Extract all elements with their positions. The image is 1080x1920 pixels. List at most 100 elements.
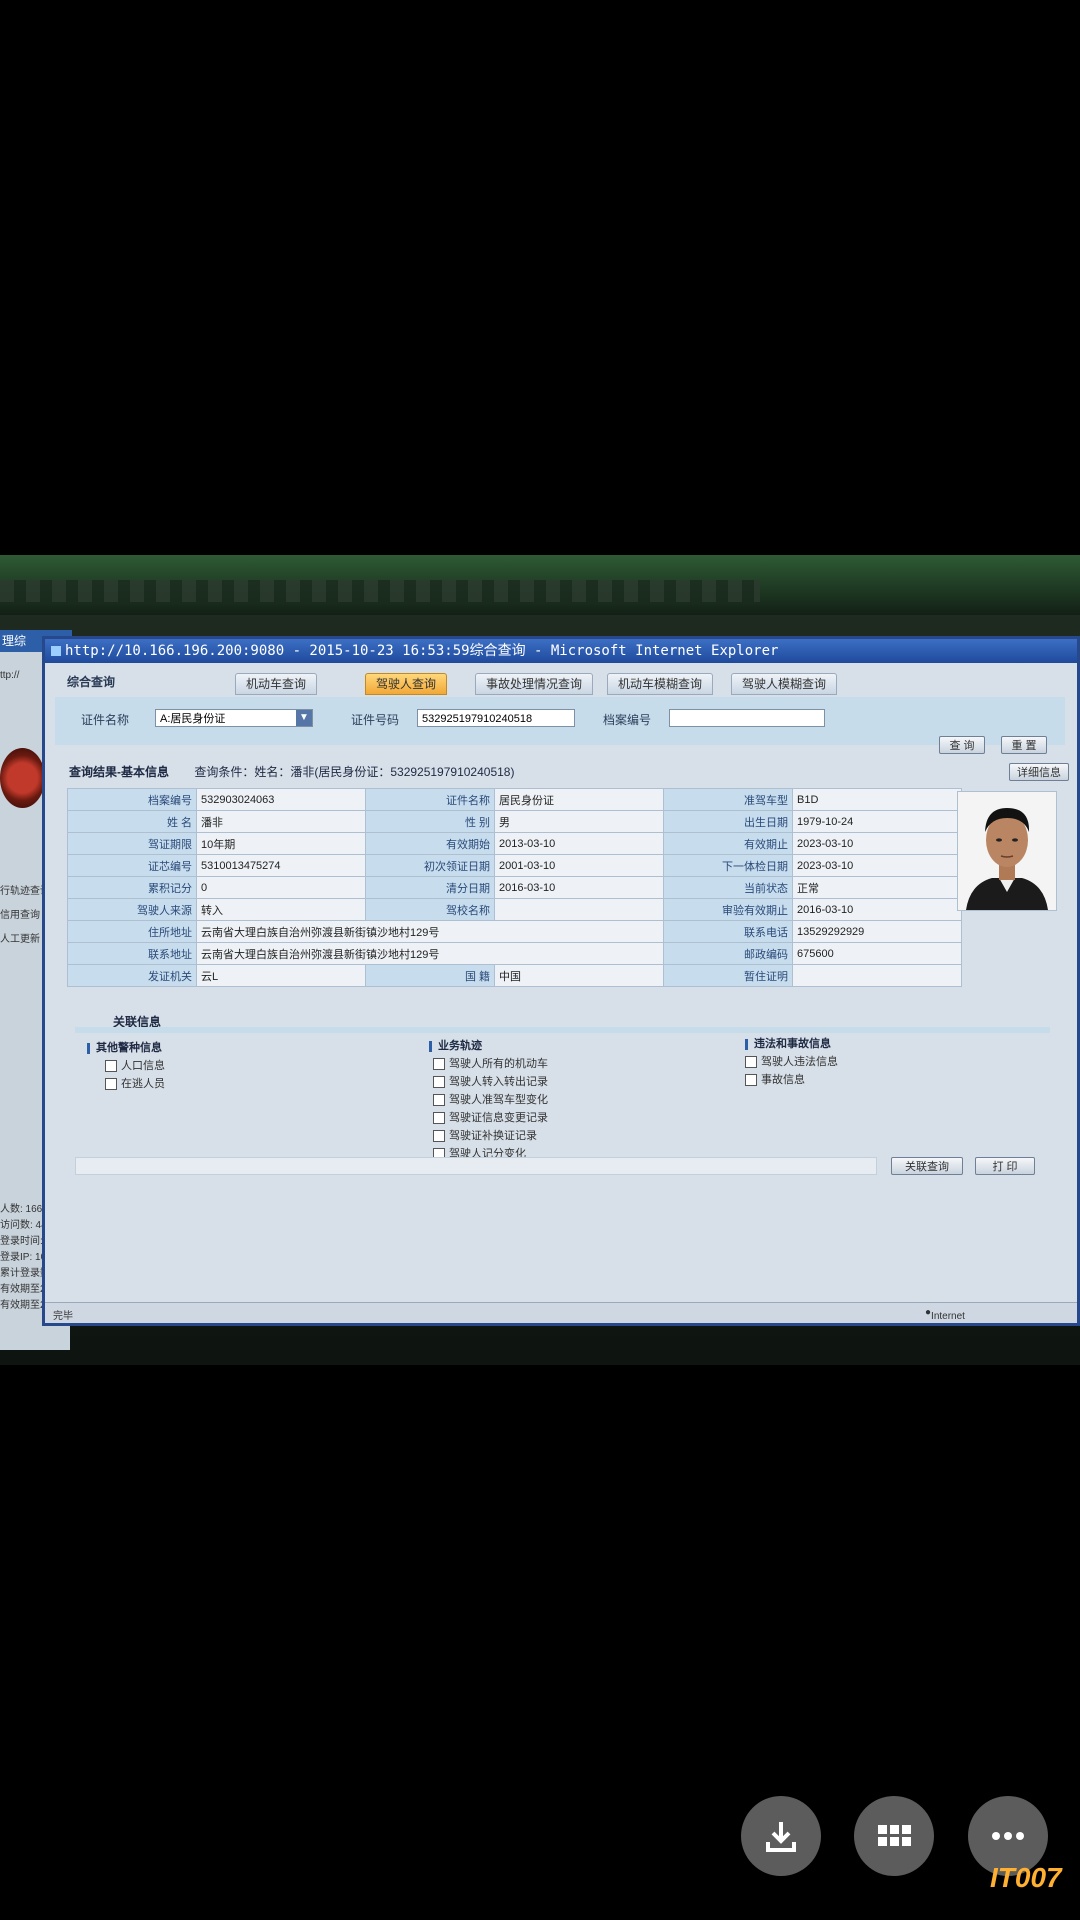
field-label: 驾校名称 (365, 898, 495, 921)
field-label: 准驾车型 (663, 788, 793, 811)
field-label: 性 别 (365, 810, 495, 833)
checkbox-vehicle-class-change[interactable]: 驾驶人准驾车型变化 (433, 1091, 548, 1107)
group-other-police-title: 其他警种信息 (87, 1039, 162, 1055)
download-icon (766, 1822, 796, 1852)
field-value: B1D (792, 788, 962, 811)
checkbox-fugitive[interactable]: 在逃人员 (105, 1075, 165, 1091)
nationality-label: 国 籍 (365, 964, 495, 987)
field-value: 居民身份证 (494, 788, 664, 811)
postcode-value: 675600 (792, 942, 962, 965)
checkbox-label: 在逃人员 (121, 1078, 165, 1090)
reset-button[interactable]: 重 置 (1001, 736, 1047, 754)
ie-icon (51, 646, 61, 656)
checkbox-icon[interactable] (433, 1058, 445, 1071)
query-condition: 查询条件：姓名：潘非(居民身份证：532925197910240518) (194, 765, 515, 779)
checkbox-label: 驾驶证补换证记录 (449, 1130, 537, 1142)
tab-vehicle-query[interactable]: 机动车查询 (235, 673, 318, 695)
field-label: 有效期始 (365, 832, 495, 855)
field-label: 档案编号 (67, 788, 197, 811)
checkbox-transfer-records[interactable]: 驾驶人转入转出记录 (433, 1073, 548, 1089)
id-number-input[interactable]: 532925197910240518 (417, 709, 575, 727)
table-row: 累积记分 0 清分日期 2016-03-10 当前状态 正常 (67, 876, 962, 899)
checkbox-owned-vehicles[interactable]: 驾驶人所有的机动车 (433, 1055, 548, 1071)
checkbox-label: 驾驶证信息变更记录 (449, 1112, 548, 1124)
bg-item-3[interactable]: 人工更新 (0, 930, 40, 945)
field-value: 潘非 (196, 810, 366, 833)
checkbox-icon[interactable] (433, 1130, 445, 1143)
file-number-label: 档案编号 (603, 713, 652, 727)
checkbox-population-info[interactable]: 人口信息 (105, 1057, 165, 1073)
field-value: 2023-03-10 (792, 854, 962, 877)
table-row: 姓 名 潘非 性 别 男 出生日期 1979-10-24 (67, 810, 962, 833)
checkbox-icon[interactable] (105, 1078, 117, 1091)
checkbox-license-change-records[interactable]: 驾驶证信息变更记录 (433, 1109, 548, 1125)
tab-driver-query[interactable]: 驾驶人查询 (365, 673, 448, 695)
field-value: 2013-03-10 (494, 832, 664, 855)
field-label: 当前状态 (663, 876, 793, 899)
field-value: 2023-03-10 (792, 832, 962, 855)
checkbox-accident-info[interactable]: 事故信息 (745, 1071, 805, 1087)
checkbox-icon[interactable] (433, 1076, 445, 1089)
window-title: http://10.166.196.200:9080 - 2015-10-23 … (65, 643, 779, 659)
field-value: 5310013475274 (196, 854, 366, 877)
checkbox-label: 事故信息 (761, 1074, 805, 1086)
checkbox-license-replace-records[interactable]: 驾驶证补换证记录 (433, 1127, 537, 1143)
field-value: 男 (494, 810, 664, 833)
checkbox-label: 人口信息 (121, 1060, 165, 1072)
field-label: 驾证期限 (67, 832, 197, 855)
checkbox-label: 驾驶人所有的机动车 (449, 1058, 548, 1070)
ie-window: http://10.166.196.200:9080 - 2015-10-23 … (42, 636, 1080, 1326)
checkbox-icon[interactable] (433, 1094, 445, 1107)
address-label: 住所地址 (67, 920, 197, 943)
tab-accident-query[interactable]: 事故处理情况查询 (475, 673, 594, 695)
field-label: 有效期止 (663, 832, 793, 855)
table-row: 证芯编号 5310013475274 初次领证日期 2001-03-10 下一体… (67, 854, 962, 877)
field-value: 转入 (196, 898, 366, 921)
file-number-input[interactable] (669, 709, 825, 727)
checkbox-icon[interactable] (745, 1074, 757, 1087)
result-panel (75, 1157, 877, 1175)
field-label: 审验有效期止 (663, 898, 793, 921)
tab-driver-fuzzy-query[interactable]: 驾驶人模糊查询 (731, 673, 838, 695)
tab-vehicle-fuzzy-query[interactable]: 机动车模糊查询 (607, 673, 714, 695)
postcode-label: 邮政编码 (663, 942, 793, 965)
print-button[interactable]: 打 印 (975, 1157, 1035, 1175)
checkbox-label: 驾驶人转入转出记录 (449, 1076, 548, 1088)
checkbox-icon[interactable] (433, 1112, 445, 1125)
watermark-logo: IT007 (990, 1862, 1062, 1893)
field-label: 证件名称 (365, 788, 495, 811)
search-bar: 证件名称 A:居民身份证 ▼ 证件号码 532925197910240518 档… (55, 697, 1065, 745)
checkbox-violation-info[interactable]: 驾驶人违法信息 (745, 1053, 838, 1069)
id-type-select[interactable]: A:居民身份证 ▼ (155, 709, 313, 727)
field-label: 驾驶人来源 (67, 898, 197, 921)
emblem-icon (0, 748, 45, 808)
grid-icon (878, 1825, 911, 1846)
id-type-value: A:居民身份证 (160, 713, 226, 725)
contact-address-value: 云南省大理白族自治州弥渡县新街镇沙地村129号 (196, 942, 664, 965)
tab-row: 综合查询 机动车查询 驾驶人查询 事故处理情况查询 机动车模糊查询 驾驶人模糊查… (55, 673, 1065, 697)
chevron-down-icon[interactable]: ▼ (296, 710, 312, 726)
table-row: 驾驶人来源 转入 驾校名称 审验有效期止 2016-03-10 (67, 898, 962, 921)
field-label: 初次领证日期 (365, 854, 495, 877)
checkbox-icon[interactable] (105, 1060, 117, 1073)
person-photo-icon (958, 792, 1056, 910)
table-row: 联系地址 云南省大理白族自治州弥渡县新街镇沙地村129号 邮政编码 675600 (67, 942, 962, 965)
id-type-label: 证件名称 (81, 713, 130, 727)
temp-permit-label: 暂住证明 (663, 964, 793, 987)
checkbox-icon[interactable] (745, 1056, 757, 1069)
query-button[interactable]: 查 询 (939, 736, 985, 754)
grid-button[interactable] (854, 1796, 934, 1876)
bg-item-2[interactable]: 信用查询 (0, 906, 40, 921)
address-value: 云南省大理白族自治州弥渡县新街镇沙地村129号 (196, 920, 664, 943)
field-value: 532903024063 (196, 788, 366, 811)
field-value: 2016-03-10 (494, 876, 664, 899)
related-query-button[interactable]: 关联查询 (891, 1157, 963, 1175)
field-value: 正常 (792, 876, 962, 899)
download-button[interactable] (741, 1796, 821, 1876)
result-header: 查询结果-基本信息 查询条件：姓名：潘非(居民身份证：5329251979102… (55, 763, 1065, 781)
blurred-text-row (0, 580, 760, 602)
internet-zone-label: Internet (931, 1311, 965, 1322)
contact-address-label: 联系地址 (67, 942, 197, 965)
bg-stat: 人数: 1666 (0, 1204, 48, 1215)
status-text: 完毕 (53, 1311, 73, 1322)
